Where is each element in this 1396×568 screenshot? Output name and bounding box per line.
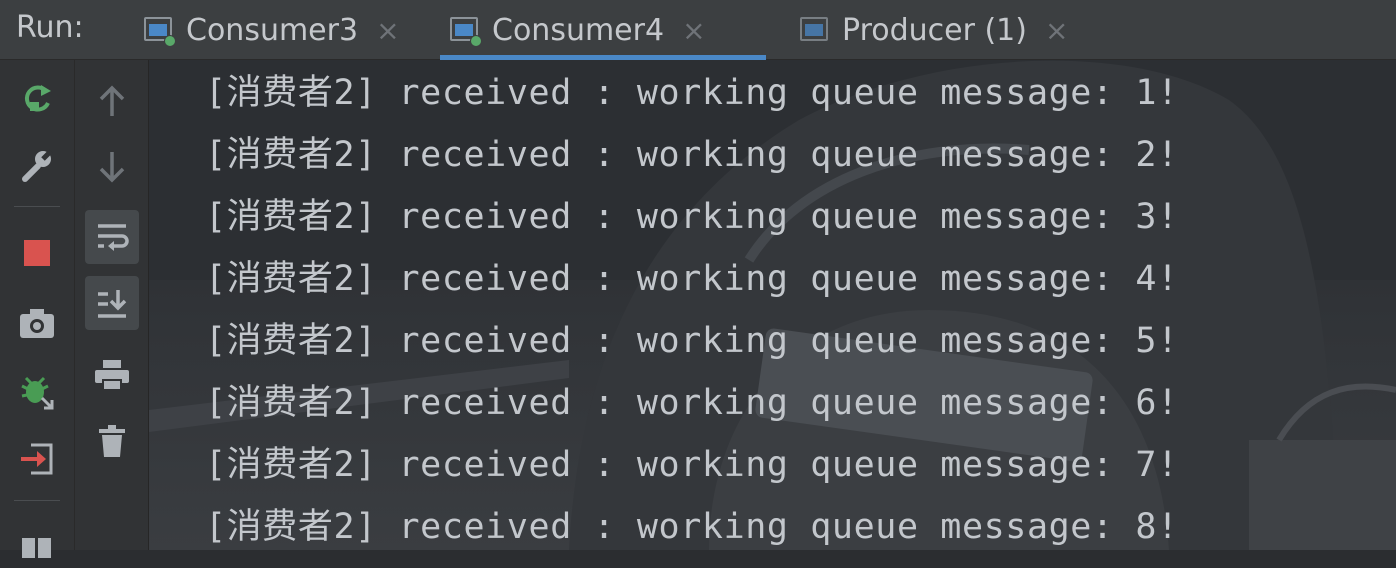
console-lines: [消费者2] received : working queue message:…: [205, 72, 1179, 550]
layout-icon: [22, 538, 51, 558]
console-line: [消费者2] received : working queue message:…: [205, 259, 1179, 299]
tab-consumer3[interactable]: Consumer3 ×: [134, 0, 410, 60]
console-line: [消费者2] received : working queue message:…: [205, 445, 1179, 485]
soft-wrap-toggle[interactable]: [85, 210, 139, 264]
run-actions-toolbar: [0, 60, 75, 558]
next-occurrence-button[interactable]: [85, 140, 139, 194]
soft-wrap-icon: [98, 224, 129, 251]
stop-button[interactable]: [14, 230, 60, 276]
print-icon: [95, 360, 129, 391]
close-icon[interactable]: ×: [376, 14, 399, 47]
running-indicator-icon: [470, 35, 482, 47]
console-line: [消费者2] received : working queue message:…: [205, 507, 1179, 547]
console-line: [消费者2] received : working queue message:…: [205, 73, 1179, 113]
tab-title: Producer (1): [842, 12, 1027, 48]
clear-all-button[interactable]: [85, 414, 139, 468]
scroll-to-end-icon: [98, 290, 127, 318]
rerun-icon: [24, 85, 51, 112]
debug-icon: [21, 376, 54, 410]
console-line: [消费者2] received : working queue message:…: [205, 383, 1179, 423]
tab-consumer4[interactable]: Consumer4 ×: [440, 0, 766, 60]
run-config-icon: [144, 17, 176, 47]
console-line: [消费者2] received : working queue message:…: [205, 135, 1179, 175]
exit-icon: [21, 443, 53, 475]
settings-button[interactable]: [14, 142, 60, 188]
run-config-icon: [450, 17, 482, 47]
layout-button[interactable]: [14, 522, 60, 568]
arrow-down-icon: [99, 152, 125, 183]
previous-occurrence-button[interactable]: [85, 74, 139, 128]
rerun-button[interactable]: [14, 76, 60, 122]
close-icon[interactable]: ×: [682, 14, 705, 47]
dump-threads-button[interactable]: [14, 300, 60, 346]
scroll-to-end-toggle[interactable]: [85, 276, 139, 330]
trash-icon: [99, 425, 125, 457]
run-label: Run:: [16, 10, 84, 45]
wrench-icon: [22, 149, 53, 182]
debug-button[interactable]: [14, 368, 60, 414]
tab-title: Consumer4: [492, 12, 665, 48]
camera-icon: [20, 309, 54, 338]
run-config-icon: [800, 17, 830, 43]
running-indicator-icon: [164, 35, 176, 47]
print-button[interactable]: [85, 348, 139, 402]
console-actions-toolbar: [75, 60, 149, 550]
close-icon[interactable]: ×: [1045, 14, 1068, 47]
tab-producer-1[interactable]: Producer (1) ×: [790, 0, 1078, 60]
run-tool-window-header: Run: Consumer3 × Consumer4 × Producer (1…: [0, 0, 1396, 60]
stop-icon: [24, 240, 50, 266]
console-output[interactable]: [消费者2] received : working queue message:…: [149, 60, 1396, 550]
exit-button[interactable]: [14, 436, 60, 482]
tab-title: Consumer3: [186, 12, 359, 48]
console-line: [消费者2] received : working queue message:…: [205, 197, 1179, 237]
console-line: [消费者2] received : working queue message:…: [205, 321, 1179, 361]
arrow-up-icon: [99, 85, 125, 116]
